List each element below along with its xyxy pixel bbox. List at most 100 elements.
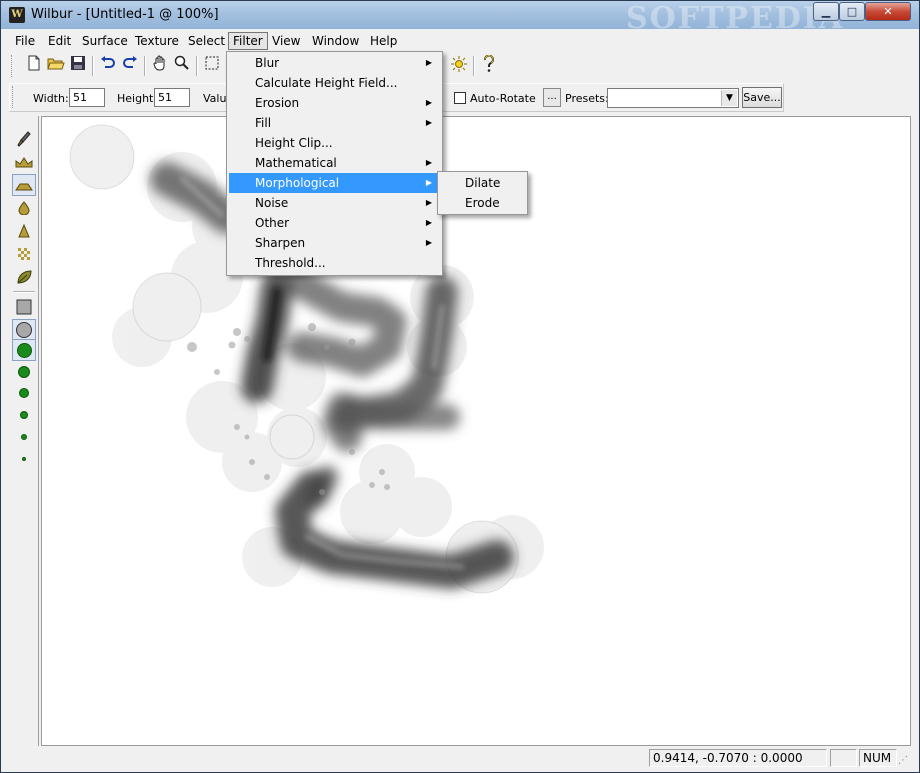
zoom-icon[interactable] xyxy=(171,55,193,77)
presets-dropdown[interactable]: ▼ xyxy=(607,88,739,108)
menu-window[interactable]: Window xyxy=(308,32,363,50)
options-grip[interactable] xyxy=(12,86,15,108)
window-title: Wilbur - [Untitled-1 @ 100%] xyxy=(31,7,219,22)
submenu-arrow-icon: ▶ xyxy=(425,178,432,187)
menu-edit[interactable]: Edit xyxy=(44,32,75,50)
menu-item-dilate[interactable]: Dilate xyxy=(440,173,525,193)
submenu-arrow-icon: ▶ xyxy=(425,238,432,247)
menu-item-other[interactable]: Other ▶ xyxy=(229,213,440,233)
menu-item-calculate-height-field[interactable]: Calculate Height Field... xyxy=(229,73,440,93)
resize-grip-icon[interactable]: ⋰ xyxy=(898,754,912,768)
toolbar-separator xyxy=(144,56,146,76)
toolbar-grip[interactable] xyxy=(11,55,14,77)
minimize-button[interactable]: ▁ xyxy=(813,2,839,21)
menu-item-erosion[interactable]: Erosion ▶ xyxy=(229,93,440,113)
brush-size-2[interactable] xyxy=(12,426,36,448)
menu-item-threshold[interactable]: Threshold... xyxy=(229,253,440,273)
menu-item-label: Fill xyxy=(255,116,272,130)
app-window: W Wilbur - [Untitled-1 @ 100%] SOFTPEDIA… xyxy=(0,0,920,773)
terrain-raise-icon[interactable] xyxy=(12,151,36,173)
status-caps-indicator xyxy=(830,749,857,767)
save-icon[interactable] xyxy=(67,55,89,77)
menu-item-label: Noise xyxy=(255,196,289,210)
num-lock-indicator: NUM xyxy=(859,749,897,767)
menu-item-label: Calculate Height Field... xyxy=(255,76,398,90)
brush-size-6[interactable] xyxy=(12,339,36,361)
tool-separator xyxy=(13,291,35,293)
autorotate-checkbox[interactable] xyxy=(454,92,466,104)
noise-icon[interactable] xyxy=(12,243,36,265)
menu-item-label: Erosion xyxy=(255,96,300,110)
hand-icon[interactable] xyxy=(149,55,171,77)
menu-item-label: Height Clip... xyxy=(255,136,333,150)
morphological-submenu: Dilate Erode xyxy=(437,171,528,215)
menu-select[interactable]: Select xyxy=(184,32,229,50)
light-icon[interactable] xyxy=(448,55,470,77)
title-bar[interactable]: W Wilbur - [Untitled-1 @ 100%] SOFTPEDIA… xyxy=(1,1,919,36)
menu-surface[interactable]: Surface xyxy=(78,32,132,50)
redo-icon[interactable] xyxy=(119,55,141,77)
close-button[interactable]: ✕ xyxy=(865,2,911,21)
submenu-arrow-icon: ▶ xyxy=(425,98,432,107)
menu-item-label: Threshold... xyxy=(255,256,326,270)
status-message xyxy=(9,749,645,767)
menu-item-label: Morphological xyxy=(255,176,340,190)
menu-item-erode[interactable]: Erode xyxy=(440,193,525,213)
app-logo-icon[interactable]: W xyxy=(9,7,25,23)
ellipsis-button[interactable]: ... xyxy=(543,88,561,107)
menu-item-mathematical[interactable]: Mathematical ▶ xyxy=(229,153,440,173)
toolbar-separator xyxy=(196,56,198,76)
filter-menu: Blur ▶ Calculate Height Field... Erosion ▶… xyxy=(226,51,443,276)
cone-icon[interactable] xyxy=(12,220,36,242)
submenu-arrow-icon: ▶ xyxy=(425,118,432,127)
terrain-plateau-icon[interactable] xyxy=(12,174,36,196)
menu-item-noise[interactable]: Noise ▶ xyxy=(229,193,440,213)
submenu-arrow-icon: ▶ xyxy=(425,158,432,167)
value-label: Valu xyxy=(203,92,227,105)
brush-size-4[interactable] xyxy=(12,382,36,404)
menu-item-label: Sharpen xyxy=(255,236,306,250)
coordinates-readout: 0.9414, -0.7070 : 0.0000 xyxy=(649,749,827,767)
menu-texture[interactable]: Texture xyxy=(131,32,183,50)
menu-item-label: Blur xyxy=(255,56,280,70)
save-preset-button[interactable]: Save... xyxy=(742,87,782,108)
menu-item-sharpen[interactable]: Sharpen ▶ xyxy=(229,233,440,253)
width-label: Width: xyxy=(33,92,69,105)
square-shape-icon[interactable] xyxy=(12,296,36,318)
height-field[interactable]: 51 xyxy=(154,88,190,107)
submenu-arrow-icon: ▶ xyxy=(425,218,432,227)
menu-help[interactable]: Help xyxy=(366,32,401,50)
open-icon[interactable] xyxy=(45,55,67,77)
menu-item-morphological[interactable]: Morphological ▶ xyxy=(229,173,440,193)
select-rect-icon[interactable] xyxy=(201,55,223,77)
presets-label: Presets: xyxy=(565,92,609,105)
menu-item-height-clip[interactable]: Height Clip... xyxy=(229,133,440,153)
menu-item-label: Other xyxy=(255,216,290,230)
undo-icon[interactable] xyxy=(97,55,119,77)
menu-bar: File Edit Surface Texture Select Filter … xyxy=(9,30,913,51)
new-icon[interactable] xyxy=(23,55,45,77)
toolbar-separator xyxy=(92,56,94,76)
leaf-icon[interactable] xyxy=(12,266,36,288)
circle-shape-icon[interactable] xyxy=(12,319,36,341)
toolbar-separator xyxy=(473,56,475,76)
brush-size-1[interactable] xyxy=(12,448,36,470)
menu-item-fill[interactable]: Fill ▶ xyxy=(229,113,440,133)
brush-size-5[interactable] xyxy=(12,361,36,383)
drop-icon[interactable] xyxy=(12,197,36,219)
status-bar: 0.9414, -0.7070 : 0.0000 NUM ⋰ xyxy=(9,747,913,769)
menu-item-blur[interactable]: Blur ▶ xyxy=(229,53,440,73)
submenu-arrow-icon: ▶ xyxy=(425,58,432,67)
chevron-down-icon[interactable]: ▼ xyxy=(721,90,737,106)
help-icon[interactable] xyxy=(478,54,500,77)
width-field[interactable]: 51 xyxy=(69,88,105,107)
menu-view[interactable]: View xyxy=(268,32,304,50)
maximize-button[interactable]: □ xyxy=(839,2,865,21)
height-label: Height: xyxy=(117,92,158,105)
menu-file[interactable]: File xyxy=(11,32,39,50)
brush-icon[interactable] xyxy=(12,128,36,150)
menu-item-label: Mathematical xyxy=(255,156,337,170)
submenu-arrow-icon: ▶ xyxy=(425,198,432,207)
brush-size-3[interactable] xyxy=(12,404,36,426)
menu-filter[interactable]: Filter xyxy=(228,32,268,50)
